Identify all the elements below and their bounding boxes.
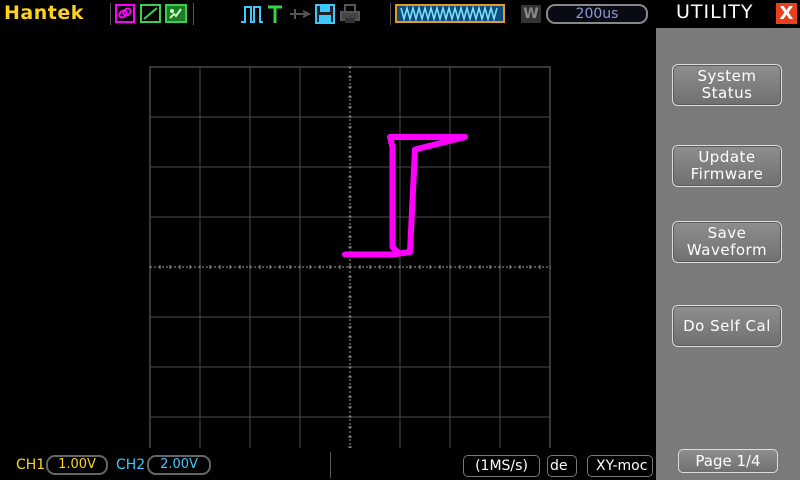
close-button[interactable]: X	[776, 3, 797, 24]
divider	[193, 3, 194, 25]
save-waveform-button[interactable]: Save Waveform	[672, 221, 782, 263]
timebase-readout[interactable]: 200us	[546, 4, 648, 24]
divider	[390, 3, 391, 25]
ch1-label: CH1	[16, 457, 46, 473]
system-status-button[interactable]: System Status	[672, 64, 782, 106]
trigger-level-icon	[289, 4, 312, 23]
button-label-line2: Status	[701, 84, 753, 102]
xy-trace-line	[342, 134, 468, 258]
save-disk-icon[interactable]	[315, 4, 335, 24]
button-label-line1: Save	[707, 224, 747, 242]
waveform-display[interactable]	[0, 28, 656, 468]
bottom-status-bar: CH1 1.00V CH2 2.00V (1MS/s) de XY-moc	[0, 448, 656, 480]
sample-rate: (1MS/s)	[463, 455, 540, 477]
waveform-memory-icon[interactable]	[395, 4, 505, 23]
xy-trace	[342, 134, 468, 258]
utility-menu: UTILITY X System Status Update Firmware …	[656, 0, 800, 480]
ch2-volts-div[interactable]: 2.00V	[147, 455, 211, 475]
page-button[interactable]: Page 1/4	[678, 449, 778, 473]
trigger-t-icon	[266, 4, 284, 23]
button-label-line1: System	[697, 67, 757, 85]
graticule	[149, 66, 551, 468]
display-mode[interactable]: XY-moc	[587, 455, 653, 477]
update-firmware-button[interactable]: Update Firmware	[672, 145, 782, 187]
line-icon[interactable]	[140, 4, 161, 23]
ch2-label: CH2	[116, 457, 146, 473]
brand-logo: Hantek	[4, 2, 84, 24]
button-label-line1: Update	[698, 148, 756, 166]
ch1-volts-div[interactable]: 1.00V	[46, 455, 108, 475]
button-label-line2: Waveform	[686, 241, 768, 259]
button-label-line2: Firmware	[690, 165, 764, 183]
do-self-cal-button[interactable]: Do Self Cal	[672, 305, 782, 347]
top-status-bar: Hantek W 200us	[0, 0, 656, 28]
trigger-edge-icon	[240, 4, 264, 23]
channel-link-icon[interactable]	[115, 4, 135, 23]
printer-icon[interactable]	[340, 4, 360, 23]
menu-title: UTILITY	[676, 1, 754, 23]
mode-partial: de	[547, 455, 577, 477]
divider	[330, 452, 331, 478]
menu-header: UTILITY X	[656, 0, 800, 28]
button-label-line1: Do Self Cal	[683, 316, 771, 335]
w-indicator-icon: W	[521, 5, 541, 23]
math-icon[interactable]	[165, 4, 187, 23]
divider	[110, 3, 111, 25]
